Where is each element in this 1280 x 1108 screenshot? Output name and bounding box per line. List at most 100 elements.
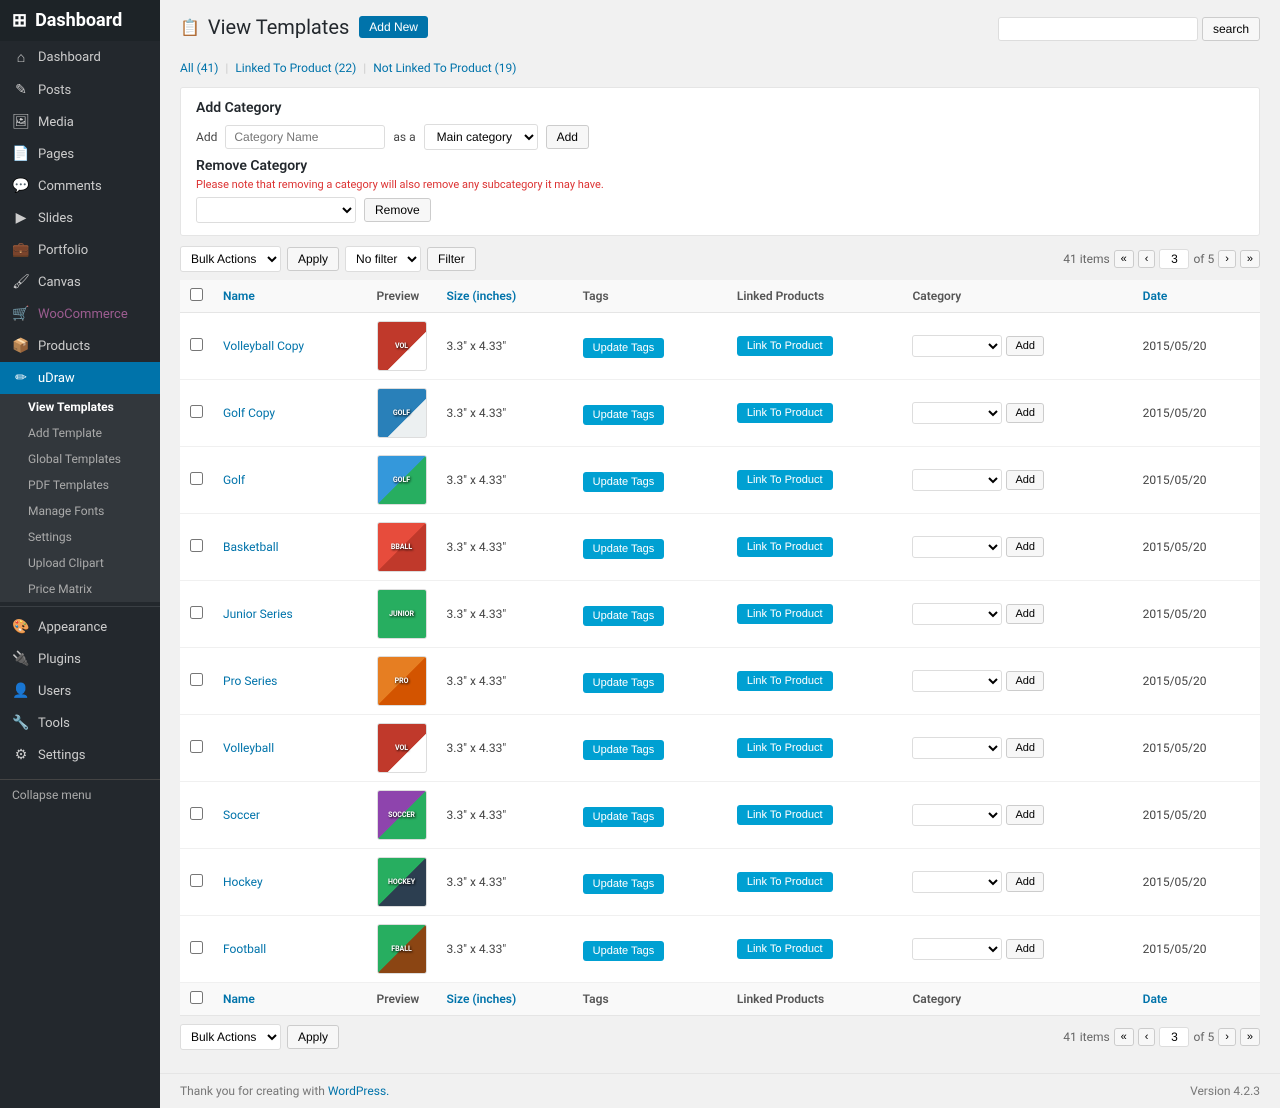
- sidebar-sub-global-templates[interactable]: Global Templates: [0, 446, 160, 472]
- page-number-input[interactable]: [1159, 249, 1189, 269]
- search-input[interactable]: [998, 17, 1198, 41]
- first-page-btn[interactable]: «: [1114, 250, 1134, 268]
- name-link-0[interactable]: Volleyball Copy: [223, 339, 304, 353]
- row-check-7[interactable]: [190, 807, 203, 820]
- sidebar-sub-add-template[interactable]: Add Template: [0, 420, 160, 446]
- row-check-9[interactable]: [190, 941, 203, 954]
- last-page-btn[interactable]: »: [1240, 250, 1260, 268]
- update-tags-btn-5[interactable]: Update Tags: [583, 673, 665, 693]
- sidebar-item-dashboard[interactable]: ⌂ Dashboard: [0, 41, 160, 74]
- link-product-btn-6[interactable]: Link To Product: [737, 738, 833, 758]
- header-name[interactable]: Name: [213, 280, 367, 313]
- name-link-2[interactable]: Golf: [223, 473, 245, 487]
- row-cat-add-btn-0[interactable]: Add: [1006, 336, 1044, 356]
- sidebar-item-settings[interactable]: ⚙ Settings: [0, 739, 160, 771]
- collapse-menu[interactable]: Collapse menu: [0, 779, 160, 810]
- link-product-btn-1[interactable]: Link To Product: [737, 403, 833, 423]
- footer-size[interactable]: Size (inches): [437, 983, 573, 1016]
- bulk-actions-select-bottom[interactable]: Bulk Actions: [180, 1024, 281, 1050]
- sidebar-item-appearance[interactable]: 🎨 Appearance: [0, 611, 160, 643]
- apply-button-bottom[interactable]: Apply: [287, 1025, 339, 1049]
- sidebar-sub-settings[interactable]: Settings: [0, 524, 160, 550]
- update-tags-btn-1[interactable]: Update Tags: [583, 405, 665, 425]
- row-cat-select-4[interactable]: [912, 603, 1002, 625]
- sidebar-item-plugins[interactable]: 🔌 Plugins: [0, 643, 160, 675]
- next-page-btn[interactable]: ›: [1218, 250, 1236, 268]
- link-product-btn-0[interactable]: Link To Product: [737, 336, 833, 356]
- sidebar-sub-manage-fonts[interactable]: Manage Fonts: [0, 498, 160, 524]
- next-page-btn-bottom[interactable]: ›: [1218, 1028, 1236, 1046]
- sidebar-sub-pdf-templates[interactable]: PDF Templates: [0, 472, 160, 498]
- remove-category-button[interactable]: Remove: [364, 198, 431, 222]
- header-size[interactable]: Size (inches): [437, 280, 573, 313]
- sidebar-sub-view-templates[interactable]: View Templates: [0, 394, 160, 420]
- remove-category-select[interactable]: [196, 197, 356, 223]
- row-cat-select-1[interactable]: [912, 402, 1002, 424]
- filter-all[interactable]: All (41): [180, 61, 218, 75]
- row-cat-add-btn-4[interactable]: Add: [1006, 604, 1044, 624]
- row-cat-add-btn-7[interactable]: Add: [1006, 805, 1044, 825]
- search-button[interactable]: search: [1202, 17, 1260, 41]
- row-check-5[interactable]: [190, 673, 203, 686]
- link-product-btn-7[interactable]: Link To Product: [737, 805, 833, 825]
- link-product-btn-5[interactable]: Link To Product: [737, 671, 833, 691]
- row-check-8[interactable]: [190, 874, 203, 887]
- row-cat-select-0[interactable]: [912, 335, 1002, 357]
- footer-name[interactable]: Name: [213, 983, 367, 1016]
- name-link-9[interactable]: Football: [223, 942, 266, 956]
- row-check-6[interactable]: [190, 740, 203, 753]
- row-cat-select-5[interactable]: [912, 670, 1002, 692]
- row-cat-add-btn-2[interactable]: Add: [1006, 470, 1044, 490]
- name-link-5[interactable]: Pro Series: [223, 674, 277, 688]
- sidebar-item-users[interactable]: 👤 Users: [0, 675, 160, 707]
- update-tags-btn-3[interactable]: Update Tags: [583, 539, 665, 559]
- update-tags-btn-7[interactable]: Update Tags: [583, 807, 665, 827]
- name-link-7[interactable]: Soccer: [223, 808, 260, 822]
- sidebar-item-media[interactable]: 🖼 Media: [0, 106, 160, 138]
- header-date[interactable]: Date: [1133, 280, 1260, 313]
- add-new-button[interactable]: Add New: [359, 16, 428, 38]
- sidebar-item-portfolio[interactable]: 💼 Portfolio: [0, 234, 160, 266]
- name-link-8[interactable]: Hockey: [223, 875, 263, 889]
- sidebar-sub-price-matrix[interactable]: Price Matrix: [0, 576, 160, 602]
- wordpress-link[interactable]: WordPress.: [328, 1084, 389, 1098]
- row-cat-add-btn-8[interactable]: Add: [1006, 872, 1044, 892]
- link-product-btn-8[interactable]: Link To Product: [737, 872, 833, 892]
- row-check-3[interactable]: [190, 539, 203, 552]
- update-tags-btn-0[interactable]: Update Tags: [583, 338, 665, 358]
- category-name-input[interactable]: [225, 125, 385, 149]
- row-cat-select-9[interactable]: [912, 938, 1002, 960]
- filter-button-top[interactable]: Filter: [427, 247, 476, 271]
- row-cat-select-3[interactable]: [912, 536, 1002, 558]
- row-cat-add-btn-3[interactable]: Add: [1006, 537, 1044, 557]
- page-number-input-bottom[interactable]: [1159, 1027, 1189, 1047]
- link-product-btn-3[interactable]: Link To Product: [737, 537, 833, 557]
- add-category-button[interactable]: Add: [546, 125, 589, 149]
- first-page-btn-bottom[interactable]: «: [1114, 1028, 1134, 1046]
- sidebar-item-canvas[interactable]: 🖌 Canvas: [0, 266, 160, 298]
- category-type-select[interactable]: Main category Sub category: [424, 124, 538, 150]
- bulk-actions-select-top[interactable]: Bulk Actions: [180, 246, 281, 272]
- last-page-btn-bottom[interactable]: »: [1240, 1028, 1260, 1046]
- name-link-6[interactable]: Volleyball: [223, 741, 274, 755]
- no-filter-select-top[interactable]: No filter: [345, 246, 421, 272]
- name-link-3[interactable]: Basketball: [223, 540, 279, 554]
- sidebar-item-udraw[interactable]: ✏ uDraw: [0, 362, 160, 394]
- row-cat-add-btn-5[interactable]: Add: [1006, 671, 1044, 691]
- update-tags-btn-2[interactable]: Update Tags: [583, 472, 665, 492]
- footer-date[interactable]: Date: [1133, 983, 1260, 1016]
- row-check-2[interactable]: [190, 472, 203, 485]
- select-all-footer-checkbox[interactable]: [190, 991, 203, 1004]
- row-cat-add-btn-1[interactable]: Add: [1006, 403, 1044, 423]
- update-tags-btn-4[interactable]: Update Tags: [583, 606, 665, 626]
- sidebar-item-products[interactable]: 📦 Products: [0, 330, 160, 362]
- row-cat-select-6[interactable]: [912, 737, 1002, 759]
- link-product-btn-9[interactable]: Link To Product: [737, 939, 833, 959]
- row-check-0[interactable]: [190, 338, 203, 351]
- row-cat-select-7[interactable]: [912, 804, 1002, 826]
- row-check-1[interactable]: [190, 405, 203, 418]
- sidebar-item-tools[interactable]: 🔧 Tools: [0, 707, 160, 739]
- row-cat-select-2[interactable]: [912, 469, 1002, 491]
- sidebar-item-woocommerce[interactable]: 🛒 WooCommerce: [0, 298, 160, 330]
- filter-linked[interactable]: Linked To Product (22): [235, 61, 356, 75]
